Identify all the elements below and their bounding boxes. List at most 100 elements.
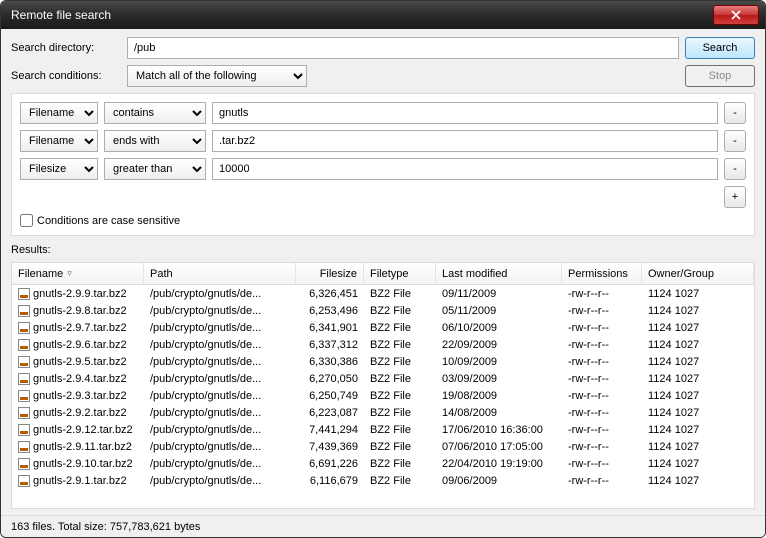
cell-filename: gnutls-2.9.10.tar.bz2 (33, 458, 133, 470)
col-permissions[interactable]: Permissions (562, 263, 642, 284)
cell-last-modified: 03/09/2009 (436, 370, 562, 387)
table-row[interactable]: gnutls-2.9.10.tar.bz2/pub/crypto/gnutls/… (12, 455, 754, 472)
table-row[interactable]: gnutls-2.9.8.tar.bz2/pub/crypto/gnutls/d… (12, 302, 754, 319)
cell-last-modified: 14/08/2009 (436, 404, 562, 421)
match-mode-select[interactable]: Match all of the following (127, 65, 307, 87)
cell-owner-group: 1124 1027 (642, 472, 754, 489)
file-icon (18, 424, 30, 436)
cell-filetype: BZ2 File (364, 302, 436, 319)
cell-filename: gnutls-2.9.2.tar.bz2 (33, 407, 127, 419)
table-row[interactable]: gnutls-2.9.5.tar.bz2/pub/crypto/gnutls/d… (12, 353, 754, 370)
cell-owner-group: 1124 1027 (642, 319, 754, 336)
cell-permissions: -rw-r--r-- (562, 421, 642, 438)
search-directory-row: Search directory: Search (11, 37, 755, 59)
close-button[interactable] (713, 5, 759, 25)
status-bar: 163 files. Total size: 757,783,621 bytes (1, 515, 765, 537)
condition-op-select[interactable]: greater than (104, 158, 206, 180)
search-button[interactable]: Search (685, 37, 755, 59)
table-row[interactable]: gnutls-2.9.4.tar.bz2/pub/crypto/gnutls/d… (12, 370, 754, 387)
cell-filesize: 6,223,087 (296, 404, 364, 421)
condition-value-input[interactable] (212, 102, 718, 124)
cell-filename: gnutls-2.9.12.tar.bz2 (33, 424, 133, 436)
cell-filetype: BZ2 File (364, 387, 436, 404)
cell-filesize: 6,691,226 (296, 455, 364, 472)
cell-last-modified: 07/06/2010 17:05:00 (436, 438, 562, 455)
table-row[interactable]: gnutls-2.9.2.tar.bz2/pub/crypto/gnutls/d… (12, 404, 754, 421)
col-filename[interactable]: Filename (12, 263, 144, 284)
cell-last-modified: 10/09/2009 (436, 353, 562, 370)
stop-button[interactable]: Stop (685, 65, 755, 87)
cell-filename: gnutls-2.9.6.tar.bz2 (33, 339, 127, 351)
cell-owner-group: 1124 1027 (642, 285, 754, 302)
table-row[interactable]: gnutls-2.9.12.tar.bz2/pub/crypto/gnutls/… (12, 421, 754, 438)
cell-path: /pub/crypto/gnutls/de... (144, 319, 296, 336)
table-row[interactable]: gnutls-2.9.3.tar.bz2/pub/crypto/gnutls/d… (12, 387, 754, 404)
table-row[interactable]: gnutls-2.9.6.tar.bz2/pub/crypto/gnutls/d… (12, 336, 754, 353)
col-filesize[interactable]: Filesize (296, 263, 364, 284)
cell-path: /pub/crypto/gnutls/de... (144, 336, 296, 353)
results-label: Results: (11, 244, 755, 256)
condition-op-select[interactable]: contains (104, 102, 206, 124)
case-sensitive-checkbox[interactable] (20, 214, 33, 227)
conditions-panel: Filename contains - Filename ends with - Files… (11, 93, 755, 236)
cell-filetype: BZ2 File (364, 285, 436, 302)
cell-permissions: -rw-r--r-- (562, 387, 642, 404)
cell-filesize: 6,326,451 (296, 285, 364, 302)
cell-path: /pub/crypto/gnutls/de... (144, 370, 296, 387)
table-row[interactable]: gnutls-2.9.11.tar.bz2/pub/crypto/gnutls/… (12, 438, 754, 455)
results-rows[interactable]: gnutls-2.9.9.tar.bz2/pub/crypto/gnutls/d… (12, 285, 754, 508)
column-headers: Filename Path Filesize Filetype Last mod… (12, 263, 754, 285)
cell-filesize: 6,270,050 (296, 370, 364, 387)
col-last-modified[interactable]: Last modified (436, 263, 562, 284)
condition-value-input[interactable] (212, 130, 718, 152)
cell-filename: gnutls-2.9.5.tar.bz2 (33, 356, 127, 368)
cell-last-modified: 19/08/2009 (436, 387, 562, 404)
file-icon (18, 322, 30, 334)
col-filetype[interactable]: Filetype (364, 263, 436, 284)
search-directory-label: Search directory: (11, 42, 121, 54)
cell-owner-group: 1124 1027 (642, 353, 754, 370)
case-sensitive-label: Conditions are case sensitive (37, 215, 180, 227)
col-path[interactable]: Path (144, 263, 296, 284)
cell-last-modified: 05/11/2009 (436, 302, 562, 319)
table-row[interactable]: gnutls-2.9.7.tar.bz2/pub/crypto/gnutls/d… (12, 319, 754, 336)
cell-permissions: -rw-r--r-- (562, 302, 642, 319)
condition-op-select[interactable]: ends with (104, 130, 206, 152)
cell-owner-group: 1124 1027 (642, 421, 754, 438)
remove-condition-button[interactable]: - (724, 130, 746, 152)
titlebar[interactable]: Remote file search (1, 1, 765, 29)
condition-field-select[interactable]: Filesize (20, 158, 98, 180)
cell-filename: gnutls-2.9.4.tar.bz2 (33, 373, 127, 385)
close-icon (731, 10, 741, 20)
add-condition-button[interactable]: + (724, 186, 746, 208)
table-row[interactable]: gnutls-2.9.1.tar.bz2/pub/crypto/gnutls/d… (12, 472, 754, 489)
cell-last-modified: 06/10/2009 (436, 319, 562, 336)
remove-condition-button[interactable]: - (724, 102, 746, 124)
condition-field-select[interactable]: Filename (20, 102, 98, 124)
cell-permissions: -rw-r--r-- (562, 438, 642, 455)
search-conditions-label: Search conditions: (11, 70, 121, 82)
cell-filesize: 6,116,679 (296, 472, 364, 489)
cell-permissions: -rw-r--r-- (562, 472, 642, 489)
cell-permissions: -rw-r--r-- (562, 285, 642, 302)
cell-last-modified: 09/11/2009 (436, 285, 562, 302)
condition-field-select[interactable]: Filename (20, 130, 98, 152)
results-panel: Filename Path Filesize Filetype Last mod… (11, 262, 755, 509)
search-directory-input[interactable] (127, 37, 679, 59)
cell-filesize: 6,253,496 (296, 302, 364, 319)
cell-filename: gnutls-2.9.1.tar.bz2 (33, 475, 127, 487)
cell-path: /pub/crypto/gnutls/de... (144, 472, 296, 489)
cell-permissions: -rw-r--r-- (562, 319, 642, 336)
cell-filename: gnutls-2.9.7.tar.bz2 (33, 322, 127, 334)
cell-permissions: -rw-r--r-- (562, 336, 642, 353)
cell-filesize: 6,341,901 (296, 319, 364, 336)
remove-condition-button[interactable]: - (724, 158, 746, 180)
col-owner-group[interactable]: Owner/Group (642, 263, 754, 284)
table-row[interactable]: gnutls-2.9.9.tar.bz2/pub/crypto/gnutls/d… (12, 285, 754, 302)
cell-path: /pub/crypto/gnutls/de... (144, 302, 296, 319)
cell-filetype: BZ2 File (364, 353, 436, 370)
search-conditions-row: Search conditions: Match all of the foll… (11, 65, 755, 87)
file-icon (18, 390, 30, 402)
condition-value-input[interactable] (212, 158, 718, 180)
cell-last-modified: 09/06/2009 (436, 472, 562, 489)
